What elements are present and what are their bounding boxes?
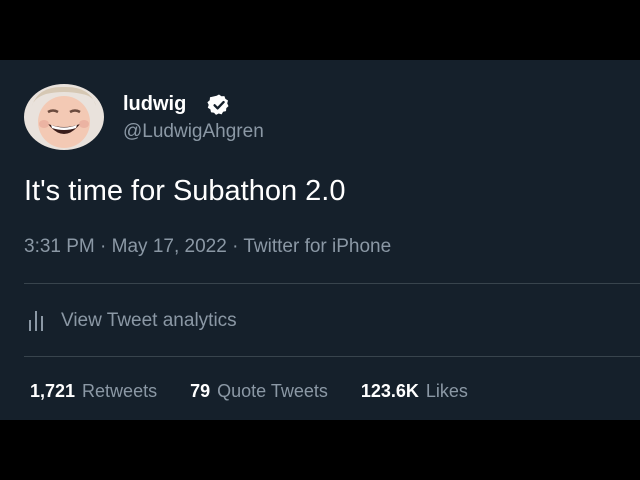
- likes-count: 123.6K: [360, 381, 419, 401]
- view-analytics-link[interactable]: View Tweet analytics: [28, 308, 237, 334]
- avatar[interactable]: [24, 84, 104, 150]
- author-handle[interactable]: @LudwigAhgren: [123, 121, 264, 143]
- quote-tweets-stat[interactable]: 79 Quote Tweets: [190, 381, 328, 402]
- tweet-time[interactable]: 3:31 PM: [24, 236, 95, 257]
- letterbox-top: [0, 0, 640, 60]
- meta-separator: ·: [232, 236, 239, 257]
- tweet-stats: 1,721 Retweets 79 Quote Tweets 123.6K Li…: [30, 381, 468, 402]
- tweet-meta: 3:31 PM · May 17, 2022 · Twitter for iPh…: [24, 235, 391, 259]
- tweet-source[interactable]: Twitter for iPhone: [243, 236, 391, 257]
- quote-tweets-label: Quote Tweets: [217, 381, 328, 401]
- divider: [24, 356, 640, 357]
- retweets-label: Retweets: [82, 381, 158, 401]
- author-display-name[interactable]: ludwig: [123, 93, 186, 115]
- avatar-image: [24, 84, 104, 150]
- analytics-icon: [29, 311, 43, 331]
- verified-badge-icon: [207, 94, 229, 115]
- divider: [24, 283, 640, 284]
- retweets-stat[interactable]: 1,721 Retweets: [30, 381, 157, 402]
- tweet-card: ludwig @LudwigAhgren It's time for Subat…: [0, 60, 640, 420]
- retweets-count: 1,721: [30, 381, 76, 401]
- tweet-date[interactable]: May 17, 2022: [112, 236, 227, 257]
- likes-stat[interactable]: 123.6K Likes: [361, 381, 468, 402]
- analytics-label: View Tweet analytics: [61, 310, 237, 331]
- likes-label: Likes: [425, 381, 468, 401]
- tweet-text: It's time for Subathon 2.0: [24, 175, 346, 207]
- meta-separator: ·: [100, 236, 107, 257]
- letterbox-bottom: [0, 420, 640, 480]
- quote-tweets-count: 79: [190, 381, 211, 401]
